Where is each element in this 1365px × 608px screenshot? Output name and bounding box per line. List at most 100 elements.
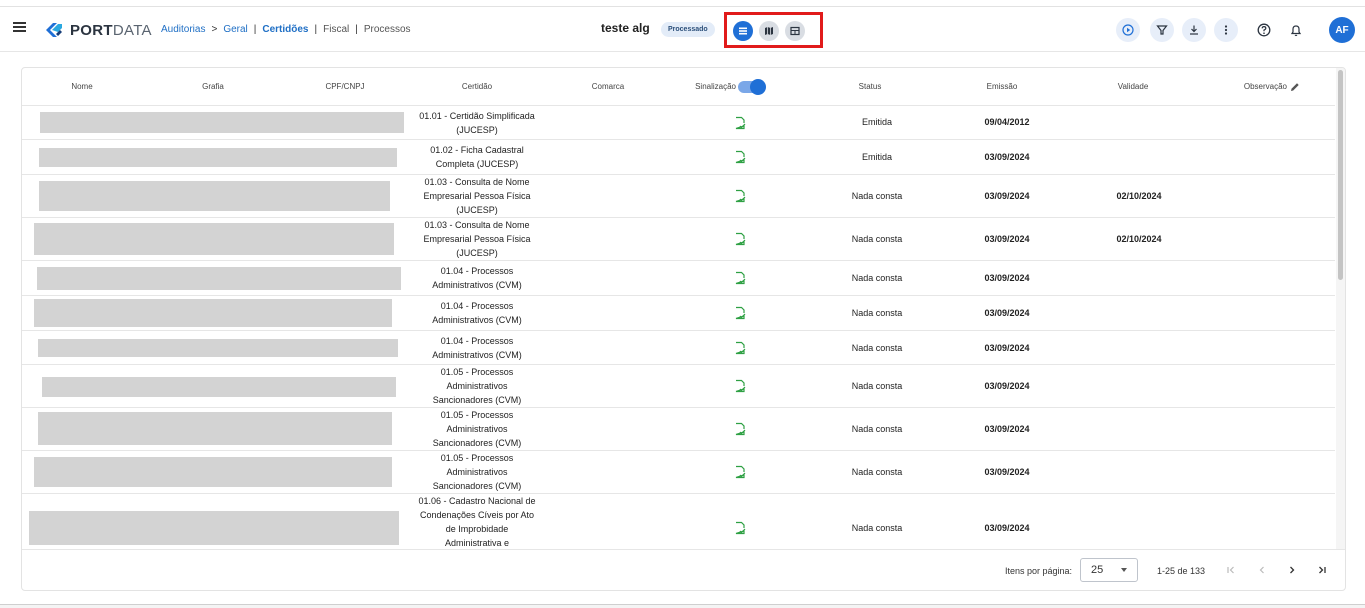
certidao-cell: 01.04 - Processos Administrativos (CVM) <box>432 266 522 290</box>
logo[interactable]: PORTDATA <box>44 20 152 40</box>
more-vert-icon <box>1224 25 1228 35</box>
breadcrumb-processos[interactable]: Processos <box>364 24 411 35</box>
redacted-name <box>34 299 392 327</box>
table-row[interactable]: 01.02 - Ficha Cadastral Completa (JUCESP… <box>22 140 1335 175</box>
logo-icon <box>46 23 62 37</box>
more-button[interactable] <box>1214 18 1238 42</box>
page-range-label: 1-25 de 133 <box>1157 566 1206 576</box>
column-header-nome[interactable]: Nome <box>47 68 117 106</box>
redacted-name <box>38 339 398 357</box>
next-page-button[interactable] <box>1284 562 1300 578</box>
top-strip <box>0 0 1365 7</box>
table-row[interactable]: 01.04 - Processos Administrativos (CVM) … <box>22 296 1335 331</box>
edit-pencil-icon[interactable] <box>1289 81 1301 93</box>
play-circle-icon <box>1122 24 1134 36</box>
document-check-icon[interactable] <box>733 189 747 203</box>
column-header-comarca[interactable]: Comarca <box>573 68 643 106</box>
chevron-right-icon <box>1290 566 1295 574</box>
column-header-observacao[interactable]: Observação <box>1227 68 1287 106</box>
document-check-icon[interactable] <box>733 116 747 130</box>
page-title: teste alg <box>601 21 650 35</box>
last-page-button[interactable] <box>1314 562 1330 578</box>
status-cell: Nada consta <box>851 381 903 391</box>
column-header-validade[interactable]: Validade <box>1098 68 1168 106</box>
sinalizacao-toggle[interactable] <box>738 79 766 95</box>
table-view-button[interactable] <box>785 21 805 41</box>
last-page-icon <box>1319 566 1326 574</box>
status-cell: Nada consta <box>851 424 903 434</box>
column-header-emissao[interactable]: Emissão <box>967 68 1037 106</box>
document-check-icon[interactable] <box>733 379 747 393</box>
status-cell: Nada consta <box>851 343 903 353</box>
table-scrollbar[interactable] <box>1336 68 1345 549</box>
document-check-icon[interactable] <box>733 232 747 246</box>
document-check-icon[interactable] <box>733 422 747 436</box>
breadcrumb: Auditorias > Geral | Certidões | Fiscal … <box>161 24 411 35</box>
redacted-name <box>39 148 397 167</box>
status-cell: Emitida <box>861 117 892 127</box>
list-view-button[interactable] <box>733 21 753 41</box>
emissao-cell: 03/09/2024 <box>984 191 1030 201</box>
breadcrumb-certidoes[interactable]: Certidões <box>262 24 308 35</box>
menu-icon[interactable] <box>12 20 30 38</box>
table-row[interactable]: 01.04 - Processos Administrativos (CVM) … <box>22 331 1335 365</box>
first-page-button[interactable] <box>1223 562 1239 578</box>
page-size-value: 25 <box>1091 564 1104 576</box>
bell-icon <box>1290 25 1302 37</box>
table-row[interactable]: 01.04 - Processos Administrativos (CVM) … <box>22 261 1335 296</box>
first-page-icon <box>1227 566 1234 574</box>
toggle-knob <box>750 79 766 95</box>
chevron-left-icon <box>1259 566 1264 574</box>
download-button[interactable] <box>1182 18 1206 42</box>
emissao-cell: 03/09/2024 <box>984 343 1030 353</box>
status-cell: Nada consta <box>851 191 903 201</box>
table-body: 01.01 - Certidão Simplificada (JUCESP) E… <box>22 106 1335 549</box>
validade-cell: 02/10/2024 <box>1116 234 1162 244</box>
breadcrumb-auditorias[interactable]: Auditorias <box>161 24 205 35</box>
page-size-select[interactable]: 25 <box>1080 558 1138 582</box>
breadcrumb-geral[interactable]: Geral <box>223 24 247 35</box>
redacted-name <box>29 511 399 545</box>
document-check-icon[interactable] <box>733 465 747 479</box>
status-cell: Nada consta <box>851 467 903 477</box>
list-view-icon <box>739 27 747 35</box>
column-header-sinalizacao[interactable]: Sinalização <box>686 68 736 106</box>
scrollbar-thumb[interactable] <box>1338 70 1343 280</box>
avatar[interactable]: AF <box>1329 17 1355 43</box>
document-check-icon[interactable] <box>733 306 747 320</box>
paginator: Itens por página: 25 1-25 de 133 <box>22 549 1345 590</box>
table-row[interactable]: 01.05 - Processos Administrativos Sancio… <box>22 408 1335 451</box>
help-button[interactable] <box>1252 18 1276 42</box>
status-cell: Nada consta <box>851 273 903 283</box>
column-header-certidao[interactable]: Certidão <box>442 68 512 106</box>
document-check-icon[interactable] <box>733 271 747 285</box>
breadcrumb-separator: > <box>211 24 218 35</box>
emissao-cell: 03/09/2024 <box>984 424 1030 434</box>
document-check-icon[interactable] <box>733 341 747 355</box>
filter-button[interactable] <box>1150 18 1174 42</box>
emissao-cell: 09/04/2012 <box>984 117 1030 127</box>
table-row[interactable]: 01.06 - Cadastro Nacional de Condenações… <box>22 494 1335 549</box>
table-row[interactable]: 01.05 - Processos Administrativos Sancio… <box>22 451 1335 494</box>
run-button[interactable] <box>1116 18 1140 42</box>
notifications-button[interactable] <box>1284 18 1308 42</box>
table-row[interactable]: 01.05 - Processos Administrativos Sancio… <box>22 365 1335 408</box>
emissao-cell: 03/09/2024 <box>984 467 1030 477</box>
app-header: PORTDATA Auditorias > Geral | Certidões … <box>0 8 1365 52</box>
status-cell: Nada consta <box>851 308 903 318</box>
document-check-icon[interactable] <box>733 150 747 164</box>
column-header-status[interactable]: Status <box>835 68 905 106</box>
column-header-cpf-cnpj[interactable]: CPF/CNPJ <box>310 68 380 106</box>
map-view-button[interactable] <box>759 21 779 41</box>
table-view-icon <box>790 26 800 36</box>
document-check-icon[interactable] <box>733 521 747 535</box>
certidao-cell: 01.05 - Processos Administrativos Sancio… <box>432 410 522 448</box>
emissao-cell: 03/09/2024 <box>984 234 1030 244</box>
table-row[interactable]: 01.01 - Certidão Simplificada (JUCESP) E… <box>22 106 1335 140</box>
breadcrumb-fiscal[interactable]: Fiscal <box>323 24 349 35</box>
previous-page-button[interactable] <box>1254 562 1270 578</box>
table-row[interactable]: 01.03 - Consulta de Nome Empresarial Pes… <box>22 175 1335 218</box>
map-view-icon <box>765 27 773 35</box>
table-row[interactable]: 01.03 - Consulta de Nome Empresarial Pes… <box>22 218 1335 261</box>
column-header-grafia[interactable]: Grafia <box>178 68 248 106</box>
